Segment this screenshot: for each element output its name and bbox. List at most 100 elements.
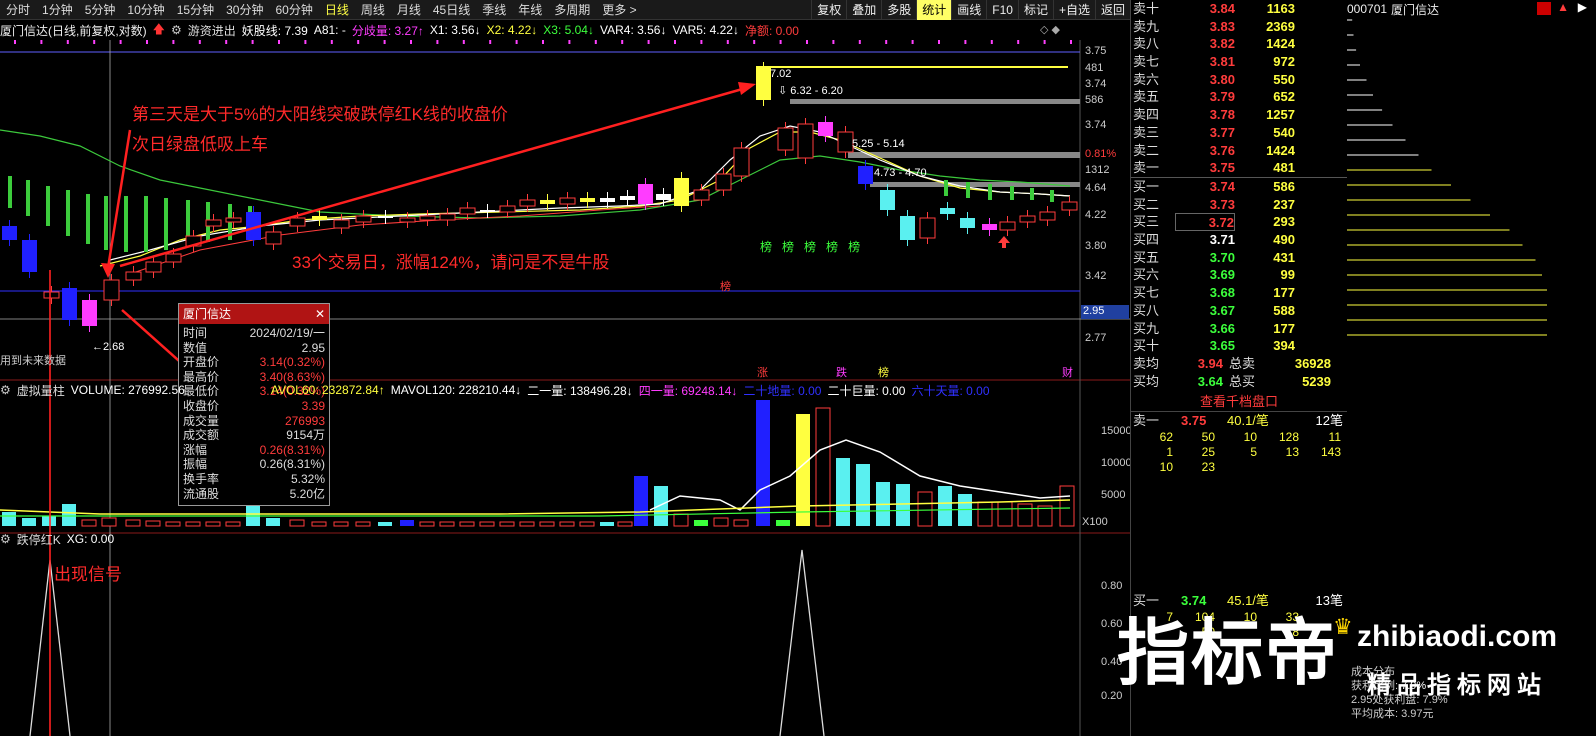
toolbar-button-7[interactable]: +自选 <box>1052 0 1095 20</box>
tooltip-row: 涨幅 0.26(8.31%) <box>179 443 329 458</box>
arrow-up-icon[interactable]: 🡅 <box>153 21 165 39</box>
bid-row[interactable]: 买五 3.70 431 <box>1131 249 1347 267</box>
bid-row[interactable]: 买十 3.65 394 <box>1131 337 1347 355</box>
toolbar-button-6[interactable]: 标记 <box>1017 0 1053 20</box>
period-tab-12[interactable]: 年线 <box>512 0 548 20</box>
current-price-tag: 2.95 <box>1081 305 1129 319</box>
arrow-up-icon[interactable]: ▲ <box>1557 0 1569 14</box>
panel-controls-icon[interactable]: ◇ ◆ <box>1040 23 1060 36</box>
bid-row[interactable]: 买九 3.66 177 <box>1131 320 1347 338</box>
top-dot <box>753 40 756 44</box>
bid-row[interactable]: 买八 3.67 588 <box>1131 302 1347 320</box>
top-dot <box>621 40 624 44</box>
period-tab-8[interactable]: 周线 <box>355 0 391 20</box>
level-label: 买六 <box>1133 267 1160 283</box>
period-tab-5[interactable]: 30分钟 <box>220 0 269 20</box>
crown-icon: ♛ <box>1333 614 1353 639</box>
top-dot <box>436 40 439 44</box>
toolbar-button-2[interactable]: 多股 <box>881 0 916 20</box>
expand-icon[interactable]: ▶ <box>1578 0 1587 14</box>
candle <box>756 68 771 100</box>
toolbar-button-3[interactable]: 统计 <box>916 0 952 20</box>
period-tab-7[interactable]: 日线 <box>319 0 355 20</box>
ma-ribbon-bar <box>46 186 50 226</box>
ask-row[interactable]: 卖七 3.81 972 <box>1131 53 1347 71</box>
candle <box>837 131 854 153</box>
data-tooltip-window[interactable]: 厦门信达 ✕ 时间 2024/02/19/一 数值 2.95 开盘价 3.14(0.32%)… <box>178 303 330 506</box>
bid-row[interactable]: 买二 3.73 237 <box>1131 196 1347 214</box>
level-price: 3.76 <box>1209 142 1235 158</box>
ma-ribbon-bar <box>988 184 992 200</box>
period-tab-13[interactable]: 多周期 <box>548 0 596 20</box>
settings-icon[interactable]: ⚙ <box>0 532 11 546</box>
bid1-price: 3.74 <box>1181 593 1207 608</box>
top-dot <box>674 40 676 44</box>
period-tab-10[interactable]: 45日线 <box>427 0 476 20</box>
bottom-indicator-name[interactable]: 跌停红K <box>17 531 61 548</box>
settings-icon[interactable]: ⚙ <box>0 383 11 397</box>
ask-row[interactable]: 卖六 3.80 550 <box>1131 71 1347 89</box>
fenqi-value: 分歧量: 3.27↑ <box>351 23 424 38</box>
ask-row[interactable]: 卖四 3.78 1257 <box>1131 106 1347 124</box>
candle <box>656 194 671 200</box>
period-tab-1[interactable]: 1分钟 <box>36 0 79 20</box>
volume-bar <box>856 464 870 526</box>
candle <box>22 240 37 272</box>
period-tab-0[interactable]: 分时 <box>0 0 36 20</box>
price-tick: 4.64 <box>1085 182 1107 194</box>
period-tab-11[interactable]: 季线 <box>476 0 512 20</box>
toolbar-button-5[interactable]: F10 <box>986 0 1018 20</box>
avg-buy: 3.64 <box>1197 373 1223 389</box>
gap-bar <box>790 99 1080 104</box>
top-dot <box>146 40 148 44</box>
flag-icon[interactable] <box>1537 2 1551 15</box>
bid-row[interactable]: 买六 3.69 99 <box>1131 266 1347 284</box>
ask1-price: 3.75 <box>1181 413 1207 428</box>
tooltip-value: 2024/02/19/一 <box>249 326 325 340</box>
ask-row[interactable]: 卖二 3.76 1424 <box>1131 142 1347 160</box>
total-sell: 36928 <box>1294 356 1331 371</box>
period-tab-3[interactable]: 10分钟 <box>121 0 170 20</box>
ask-row[interactable]: 卖三 3.77 540 <box>1131 124 1347 142</box>
toolbar-button-0[interactable]: 复权 <box>811 0 846 20</box>
toolbar-button-1[interactable]: 叠加 <box>846 0 881 20</box>
candle <box>2 226 17 240</box>
candle <box>715 173 732 191</box>
a81-value: A81: - <box>313 23 346 37</box>
toolbar-button-8[interactable]: 返回 <box>1094 0 1130 20</box>
candle <box>733 147 750 177</box>
level-volume: 177 <box>1273 320 1295 336</box>
bid-row[interactable]: 买一 3.74 586 <box>1131 178 1347 196</box>
period-tab-4[interactable]: 15分钟 <box>171 0 220 20</box>
annotation-line1: 第三天是大于5%的大阳线突破跌停红K线的收盘价 <box>132 105 508 124</box>
settings-icon[interactable]: ⚙ <box>171 23 182 37</box>
tooltip-row: 成交额 9154万 <box>179 428 329 443</box>
ask-row[interactable]: 卖九 3.83 2369 <box>1131 18 1347 36</box>
ask-row[interactable]: 卖五 3.79 652 <box>1131 88 1347 106</box>
volume-bar <box>62 504 76 526</box>
close-icon[interactable]: ✕ <box>315 304 325 324</box>
period-tab-14[interactable]: 更多 > <box>596 0 642 20</box>
ask-row[interactable]: 卖一 3.75 481 <box>1131 159 1347 177</box>
period-tab-6[interactable]: 60分钟 <box>269 0 318 20</box>
ask-row[interactable]: 卖八 3.82 1424 <box>1131 35 1347 53</box>
price-tick: 481 <box>1085 62 1104 74</box>
level-label: 卖八 <box>1133 36 1160 52</box>
bid-row[interactable]: 买四 3.71 490 <box>1131 231 1347 249</box>
volume-bar <box>997 501 1013 527</box>
price-tick: 4.22 <box>1085 209 1107 221</box>
period-tab-9[interactable]: 月线 <box>391 0 427 20</box>
level-label: 卖七 <box>1133 54 1160 70</box>
ask-row[interactable]: 卖十 3.84 1163 <box>1131 0 1347 18</box>
bid-row[interactable]: 买七 3.68 177 <box>1131 284 1347 302</box>
indicator-name[interactable]: 游资进出 <box>188 22 236 39</box>
toolbar-button-4[interactable]: 画线 <box>951 0 986 20</box>
period-tab-2[interactable]: 5分钟 <box>79 0 122 20</box>
tooltip-row: 数值 2.95 <box>179 341 329 356</box>
average-summary: 卖均 3.94 总卖 36928 买均 3.64 总买 5239 <box>1131 355 1347 390</box>
level-price: 3.79 <box>1209 89 1235 105</box>
view-depth-button[interactable]: 查看千档盘口 <box>1131 392 1347 412</box>
volume-indicator-name[interactable]: 虚拟量柱 <box>17 382 65 399</box>
bid-row[interactable]: 买三 3.72 293 <box>1131 213 1347 232</box>
level-volume: 586 <box>1273 179 1295 194</box>
